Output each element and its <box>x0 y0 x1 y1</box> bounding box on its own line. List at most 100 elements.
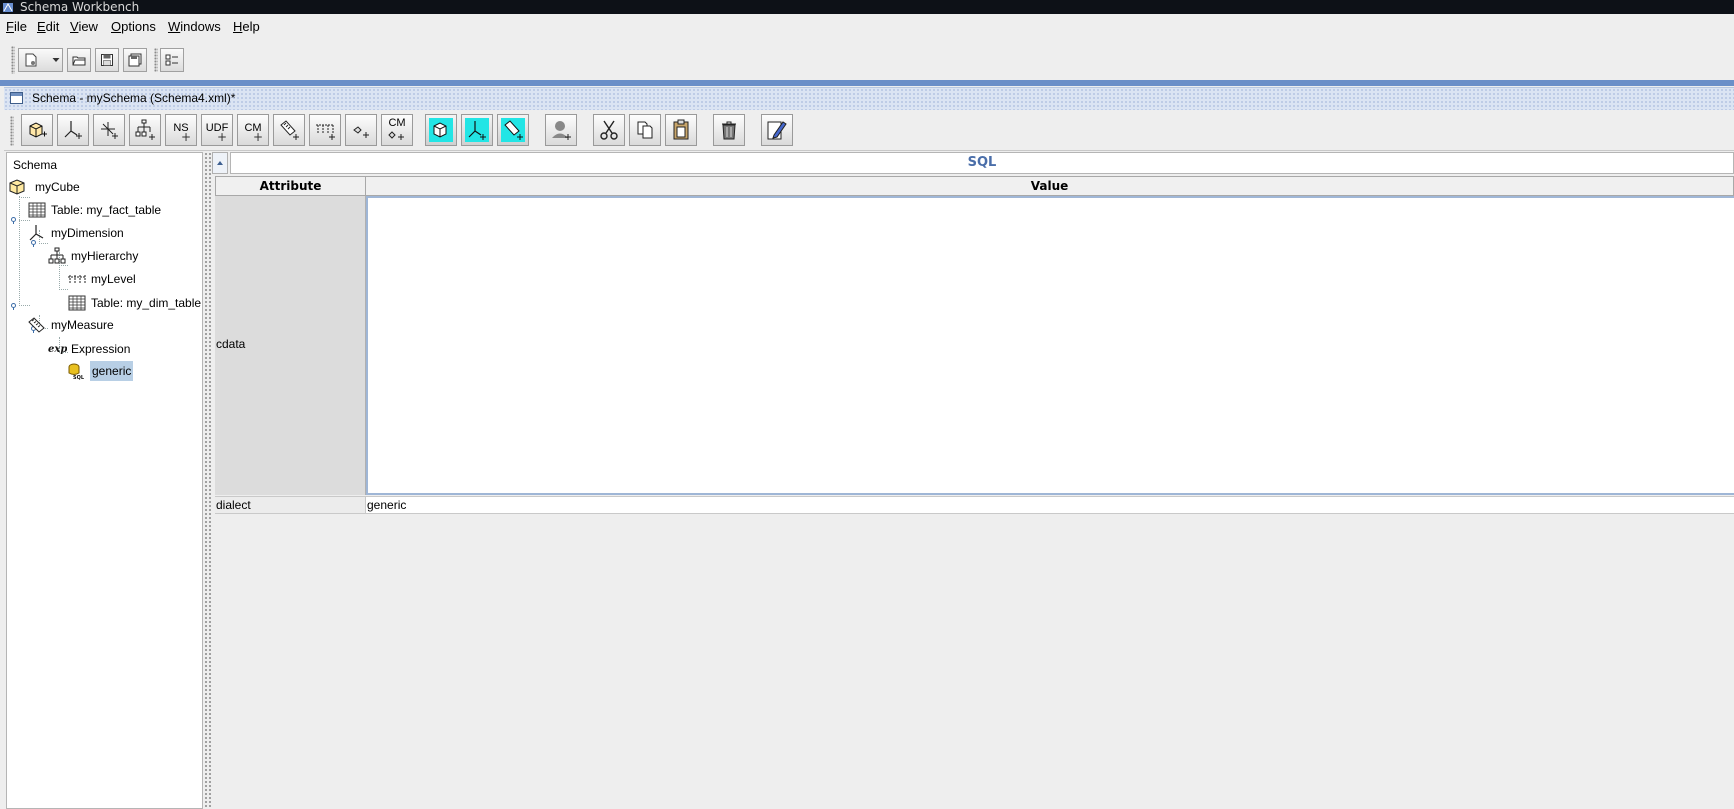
add-virtual-measure-icon <box>501 118 525 142</box>
cm2-label: CM <box>388 117 406 129</box>
preferences-button[interactable] <box>160 48 184 72</box>
add-role-button[interactable] <box>545 114 577 146</box>
add-virtual-cube-button[interactable] <box>425 114 457 146</box>
cdata-value-editor[interactable] <box>366 196 1734 495</box>
frame-title: Schema - mySchema (Schema4.xml)* <box>32 91 236 105</box>
collapse-arrow-icon[interactable] <box>212 152 228 174</box>
tree-connector <box>39 243 48 244</box>
add-property-icon <box>353 126 369 138</box>
tree-node-label: myHierarchy <box>71 249 139 263</box>
tree-connector <box>59 289 68 290</box>
add-calculated-member-property-icon <box>388 131 404 140</box>
add-cube-button[interactable] <box>21 114 53 146</box>
add-udf-icon: + <box>216 130 227 144</box>
tree-connector <box>19 220 30 221</box>
add-role-icon <box>552 121 571 140</box>
expand-handle-icon[interactable] <box>10 217 17 224</box>
tree-connector <box>19 196 20 306</box>
add-dimension-icon <box>64 121 82 139</box>
add-measure-icon <box>280 120 299 140</box>
tree-node-label: Table: my_fact_table <box>51 203 162 217</box>
menu-windows[interactable]: Windows <box>168 19 221 34</box>
toolbar-separator-grip <box>154 48 158 72</box>
toolbar-grip[interactable] <box>11 46 15 74</box>
svg-text:exp: exp <box>48 344 67 355</box>
edit-icon <box>767 121 787 140</box>
dialect-value-cell[interactable]: generic <box>366 496 1734 514</box>
tree-node-label: generic <box>90 361 134 381</box>
add-named-set-button[interactable]: NS + <box>165 114 197 146</box>
add-udf-button[interactable]: UDF + <box>201 114 233 146</box>
tree-node-label: myDimension <box>51 226 124 240</box>
paste-button[interactable] <box>665 114 697 146</box>
table-icon <box>68 295 86 311</box>
attribute-table-header: Attribute Value <box>215 176 1734 196</box>
cut-icon <box>600 120 618 140</box>
tree-connector <box>59 265 68 266</box>
window-title: Schema Workbench <box>20 0 140 14</box>
menu-options[interactable]: Options <box>111 19 156 34</box>
value-text: generic <box>367 498 407 512</box>
attribute-label: dialect <box>216 498 251 512</box>
menu-bar: File Edit View Options Windows Help <box>0 15 1734 39</box>
copy-button[interactable] <box>629 114 661 146</box>
add-virtual-measure-button[interactable] <box>497 114 529 146</box>
delete-button[interactable] <box>713 114 745 146</box>
add-dimension-button[interactable] <box>57 114 89 146</box>
frame-title-bar[interactable]: Schema - mySchema (Schema4.xml)* <box>4 87 1734 110</box>
cube-icon <box>9 179 25 195</box>
add-calculated-member-property-button[interactable]: CM <box>381 114 413 146</box>
menu-help[interactable]: Help <box>233 19 260 34</box>
add-named-set-icon: + <box>180 130 191 144</box>
add-level-button[interactable] <box>309 114 341 146</box>
split-pane-divider[interactable] <box>203 152 212 809</box>
delete-icon <box>722 121 736 140</box>
save-button[interactable] <box>95 48 119 72</box>
add-hierarchy-button[interactable] <box>129 114 161 146</box>
add-calculated-member-button[interactable]: CM + <box>237 114 269 146</box>
add-measure-button[interactable] <box>273 114 305 146</box>
add-virtual-dimension-button[interactable] <box>461 114 493 146</box>
sql-icon: SQL <box>68 363 85 380</box>
menu-view[interactable]: View <box>70 19 98 34</box>
open-folder-icon <box>72 56 86 66</box>
tree-node-label: Table: my_dim_table <box>91 296 202 310</box>
save-as-icon <box>128 53 142 67</box>
new-dropdown-button[interactable] <box>49 48 63 72</box>
menu-edit[interactable]: Edit <box>37 19 59 34</box>
schema-toolbar: NS + UDF + CM + CM <box>4 110 1734 151</box>
tree-root-label: Schema <box>13 158 58 172</box>
preferences-icon <box>165 54 178 66</box>
add-property-button[interactable] <box>345 114 377 146</box>
menu-file[interactable]: File <box>6 19 27 34</box>
dimension-icon <box>29 225 44 241</box>
table-row-cdata-attribute: cdata <box>215 196 366 495</box>
schema-toolbar-grip[interactable] <box>10 116 14 146</box>
add-dimension-usage-button[interactable] <box>93 114 125 146</box>
measure-icon <box>28 317 45 333</box>
add-virtual-cube-icon <box>429 118 453 142</box>
add-dimension-usage-icon <box>101 122 118 139</box>
copy-icon <box>637 121 653 139</box>
expression-icon: exp <box>48 344 67 355</box>
schema-tree[interactable]: Schema myCube Table: my_fact_table myDim… <box>6 152 203 809</box>
save-as-button[interactable] <box>123 48 147 72</box>
add-calculated-member-icon: + <box>252 130 263 144</box>
tree-connector <box>19 305 30 306</box>
add-cube-icon <box>29 122 47 138</box>
attribute-label: cdata <box>216 337 246 351</box>
edit-mode-button[interactable] <box>761 114 793 146</box>
paste-icon <box>673 119 689 140</box>
open-button[interactable] <box>67 48 91 72</box>
new-document-icon <box>25 53 37 67</box>
column-header-value[interactable]: Value <box>365 176 1734 196</box>
tree-node-label: myLevel <box>91 272 136 286</box>
cut-button[interactable] <box>593 114 625 146</box>
new-button[interactable] <box>18 48 52 72</box>
column-header-attribute[interactable]: Attribute <box>215 176 366 196</box>
level-icon <box>68 275 86 284</box>
save-icon <box>101 54 113 66</box>
add-level-icon <box>316 124 335 140</box>
tree-node-label: myCube <box>35 180 80 194</box>
expand-handle-icon[interactable] <box>10 303 17 310</box>
